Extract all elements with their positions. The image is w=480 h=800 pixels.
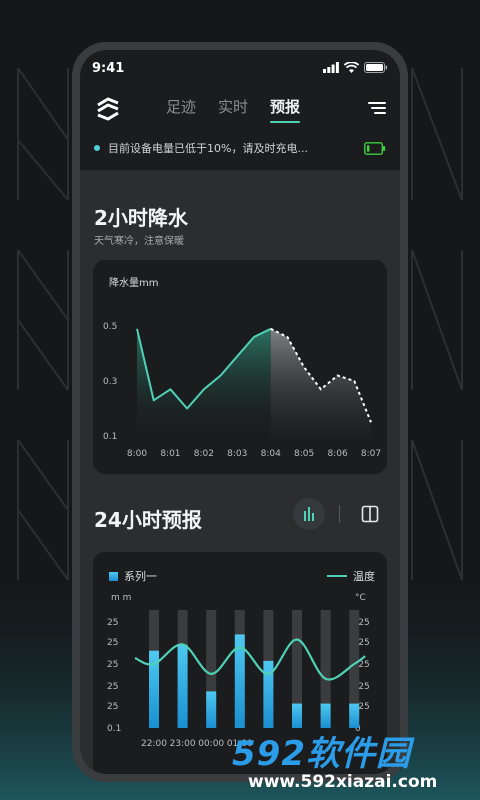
right-unit-label: °C (355, 593, 366, 603)
legend-temperature[interactable]: 温度 (327, 568, 375, 584)
precip-section-subtitle: 天气寒冷，注意保暖 (94, 236, 184, 247)
line-legend-swatch (327, 575, 347, 577)
bar-legend-swatch (109, 571, 118, 581)
left-y-tick: 25 (107, 660, 118, 670)
left-y-tick: 25 (107, 638, 118, 648)
view-divider (339, 505, 340, 523)
chart-view-toggle (293, 498, 386, 530)
x-tick-label: 8:01 (160, 449, 180, 459)
battery-status-icon (364, 62, 388, 73)
menu-button[interactable] (368, 100, 386, 119)
phone-frame: 9:41 足迹 实时 预报 目前设备电量已低于10%，请及时充电... 2小时降… (72, 42, 408, 782)
precip-chart-title: 降水量mm (109, 278, 159, 289)
legend-series1-label: 系列一 (124, 570, 157, 583)
precip-chart-card: 降水量mm 0.5 0.3 0.1 8:00 8:01 8:02 8:03 8:04 8:05 8… (93, 260, 387, 474)
signal-icon (323, 62, 339, 73)
menu-icon (368, 102, 386, 114)
split-panel-icon (361, 505, 379, 523)
y-tick-label: 0.1 (103, 432, 117, 442)
legend-series1[interactable]: 系列一 (109, 568, 157, 584)
status-time: 9:41 (92, 61, 125, 76)
x-tick-label: 8:04 (261, 449, 281, 459)
tab-forecast[interactable]: 预报 (270, 96, 301, 123)
x-tick-label: 23:00 (170, 739, 196, 749)
app-screen: 9:41 足迹 实时 预报 目前设备电量已低于10%，请及时充电... 2小时降… (80, 50, 400, 774)
chart-legend: 系列一 温度 (109, 568, 375, 584)
precip-section-title: 2小时降水 (94, 206, 188, 230)
top-bar: 9:41 足迹 实时 预报 目前设备电量已低于10%，请及时充电... (80, 50, 400, 170)
bar (206, 691, 217, 728)
x-tick-label: 8:03 (227, 449, 247, 459)
tab-realtime[interactable]: 实时 (218, 96, 248, 117)
left-y-tick: 25 (107, 618, 118, 628)
x-tick-label: 8:02 (194, 449, 214, 459)
left-unit-label: m m (111, 593, 131, 603)
watermark-logo-text: 592软件园 (232, 734, 411, 774)
precip-line-chart: 0.5 0.3 0.1 8:00 8:01 8:02 8:03 8:04 8:05 8:06 8:0… (103, 322, 381, 459)
y-tick-label: 0.3 (103, 377, 117, 387)
left-y-tick: 0.1 (107, 724, 121, 734)
low-battery-notice[interactable]: 目前设备电量已低于10%，请及时充电... (94, 140, 308, 156)
bar-view-button[interactable] (293, 498, 325, 530)
status-icons (323, 62, 388, 73)
notice-dot-icon (94, 145, 100, 151)
left-y-tick: 25 (107, 702, 118, 712)
x-tick-label: 22:00 (141, 739, 167, 749)
x-tick-label: 8:00 (127, 449, 147, 459)
wifi-icon (344, 62, 359, 73)
x-tick-label: 8:06 (327, 449, 347, 459)
device-battery-low-icon (364, 140, 386, 159)
x-tick-label: 00:00 (198, 739, 224, 749)
left-y-tick: 25 (107, 682, 118, 692)
bar (177, 644, 188, 728)
layers-logo-icon (97, 97, 119, 121)
temperature-line (134, 638, 366, 681)
forecast-section-title: 24小时预报 (94, 508, 202, 532)
watermark: 592软件园 www.592xiazai.com (232, 712, 480, 800)
observed-area (137, 328, 271, 436)
notice-text: 目前设备电量已低于10%，请及时充电... (108, 142, 308, 155)
forecast-area (270, 328, 371, 436)
bar-chart-icon (304, 507, 314, 521)
tab-footprint[interactable]: 足迹 (166, 96, 196, 117)
x-tick-label: 8:05 (294, 449, 314, 459)
watermark-url: www.592xiazai.com (248, 772, 438, 792)
y-tick-label: 0.5 (103, 322, 117, 332)
nav-tabs: 足迹 实时 预报 (166, 96, 301, 123)
x-tick-label: 8:07 (361, 449, 381, 459)
app-logo[interactable] (94, 96, 122, 126)
legend-temperature-label: 温度 (353, 570, 375, 583)
split-view-button[interactable] (354, 498, 386, 530)
